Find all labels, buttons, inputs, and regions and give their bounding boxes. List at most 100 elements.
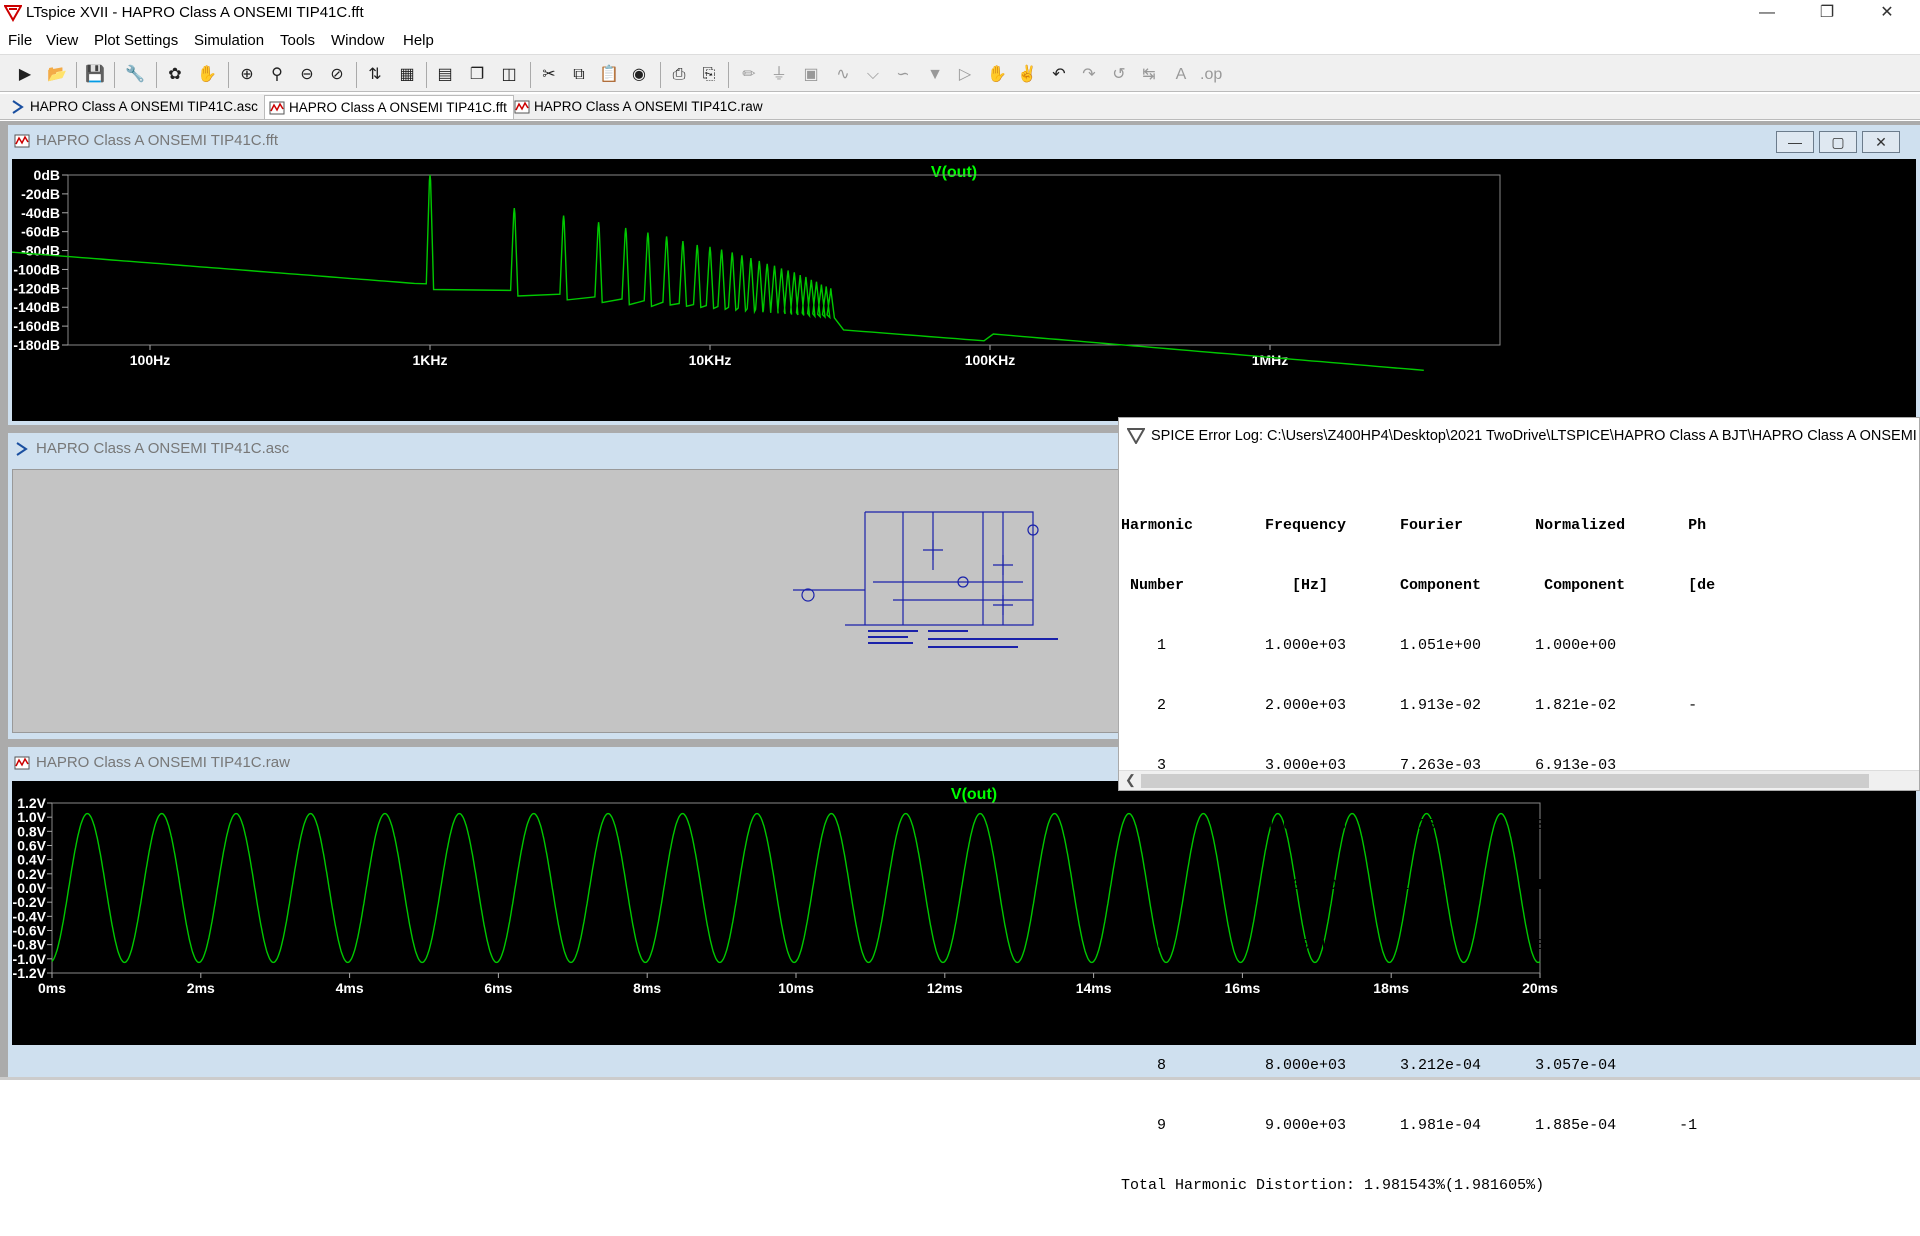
fourier-row: 5 5.000e+03 1.664e-03 1.584e-03 -1 [1121, 877, 1698, 894]
ground-icon[interactable]: ⏚ [768, 64, 790, 86]
copy-icon[interactable]: ⧉ [568, 64, 590, 86]
fft-trace-line [12, 174, 1424, 371]
y-tick-label: -100dB [13, 261, 60, 277]
trace-label[interactable]: V(out) [951, 786, 997, 803]
open-folder-icon[interactable]: 📂 [46, 64, 68, 86]
paste-icon[interactable]: 📋 [598, 64, 620, 86]
move-icon[interactable]: ✋ [986, 64, 1008, 86]
y-tick-label: -140dB [13, 299, 60, 315]
x-tick-label: 12ms [927, 980, 963, 996]
inductor-icon[interactable]: ∽ [892, 64, 914, 86]
y-tick-label: -120dB [13, 280, 60, 296]
menu-plot-settings[interactable]: Plot Settings [94, 32, 178, 49]
tab-fft-label: HAPRO Class A ONSEMI TIP41C.fft [289, 100, 507, 115]
fourier-header-row1: Harmonic Frequency Fourier Normalized Ph [1121, 517, 1707, 534]
y-tick-label: 0dB [34, 167, 60, 183]
capacitor-icon[interactable]: ⌵ [862, 64, 884, 86]
minimize-button[interactable]: — [1752, 2, 1782, 24]
cut-icon[interactable]: ✂ [538, 64, 560, 86]
fourier-table: Harmonic Frequency Fourier Normalized Ph… [1121, 476, 1715, 1236]
toolbar: ▶ 📂 💾 🔧 ✿ ✋ ⊕ ⚲ ⊖ ⊘ ⇅ ▦ ▤ ❐ ◫ ✂ ⧉ 📋 ◉ ⎙ … [0, 54, 1920, 92]
close-child-button[interactable]: ✕ [1862, 131, 1900, 153]
menu-simulation[interactable]: Simulation [194, 32, 264, 49]
autorange-icon[interactable]: ⇅ [364, 64, 386, 86]
label-net-icon[interactable]: ▣ [800, 64, 822, 86]
fft-plot[interactable]: V(out) 0dB-20dB-40dB-60dB-80dB-100dB-120… [12, 159, 1916, 421]
menu-file[interactable]: File [8, 32, 32, 49]
cascade-icon[interactable]: ❐ [466, 64, 488, 86]
halt-icon[interactable]: ✿ [164, 64, 186, 86]
x-tick-label: 100KHz [965, 352, 1016, 368]
minimize-child-button[interactable]: — [1776, 131, 1814, 153]
fourier-header-row2: Number [Hz] Component Component [de [1121, 577, 1716, 594]
x-tick-label: 6ms [484, 980, 512, 996]
fourier-row: 9 9.000e+03 1.981e-04 1.885e-04 -1 [1121, 1117, 1698, 1134]
title-bar: LTspice XVII - HAPRO Class A ONSEMI TIP4… [0, 0, 1920, 26]
find-icon[interactable]: ◉ [628, 64, 650, 86]
raw-window-title: HAPRO Class A ONSEMI TIP41C.raw [36, 754, 290, 771]
schematic-drawing [793, 511, 1058, 648]
zoom-fit-icon[interactable]: ⊘ [326, 64, 348, 86]
text-icon[interactable]: A [1170, 64, 1192, 86]
y-tick-label: -40dB [21, 205, 60, 221]
run-icon[interactable]: ▶ [14, 64, 36, 86]
close-button[interactable]: ✕ [1872, 2, 1902, 24]
fft-window-title: HAPRO Class A ONSEMI TIP41C.fft [36, 132, 279, 149]
control-panel-icon[interactable]: 🔧 [124, 64, 146, 86]
diode-icon[interactable]: ▼ [924, 64, 946, 86]
menu-tools[interactable]: Tools [280, 32, 315, 49]
wire-icon[interactable]: ✏ [738, 64, 760, 86]
pick-visible-icon[interactable]: ▦ [396, 64, 418, 86]
tab-asc[interactable]: HAPRO Class A ONSEMI TIP41C.asc [6, 95, 264, 119]
trace-label[interactable]: V(out) [931, 164, 977, 181]
zoom-out-icon[interactable]: ⊖ [296, 64, 318, 86]
fourier-row: 2 2.000e+03 1.913e-02 1.821e-02 - [1121, 697, 1698, 714]
menu-help[interactable]: Help [403, 32, 434, 49]
restore-button[interactable]: ❐ [1812, 2, 1842, 24]
thd-result: Total Harmonic Distortion: 1.981543%(1.9… [1121, 1177, 1545, 1194]
pan-icon[interactable]: ✋ [196, 64, 218, 86]
ltspice-logo-icon [1127, 428, 1145, 444]
resistor-icon[interactable]: ∿ [832, 64, 854, 86]
drag-icon[interactable]: ✌ [1016, 64, 1038, 86]
rotate-icon[interactable]: ↺ [1108, 64, 1130, 86]
menu-window[interactable]: Window [331, 32, 384, 49]
maximize-child-button[interactable]: ▢ [1819, 131, 1857, 153]
fourier-row: 6 6.000e+03 9.191e-04 8.747e-04 - [1121, 937, 1698, 954]
tile-horizontal-icon[interactable]: ▤ [434, 64, 456, 86]
x-tick-label: 0ms [38, 980, 66, 996]
ltspice-logo-icon [4, 5, 22, 22]
x-tick-label: 100Hz [130, 352, 170, 368]
zoom-in-icon[interactable]: ⊕ [236, 64, 258, 86]
y-tick-label: -180dB [13, 337, 60, 353]
spice-directive-icon[interactable]: .op [1200, 64, 1222, 86]
schematic-icon [12, 100, 24, 114]
x-tick-label: 10ms [778, 980, 814, 996]
save-icon[interactable]: 💾 [84, 64, 106, 86]
schematic-icon [16, 442, 28, 456]
tab-asc-label: HAPRO Class A ONSEMI TIP41C.asc [30, 99, 258, 114]
tab-raw[interactable]: HAPRO Class A ONSEMI TIP41C.raw [510, 95, 769, 119]
redo-icon[interactable]: ↷ [1078, 64, 1100, 86]
print-preview-icon[interactable]: ⎘ [698, 64, 720, 86]
fourier-row: 4 4.000e+03 3.257e-03 3.100e-03 [1121, 817, 1617, 834]
x-tick-label: 10KHz [689, 352, 732, 368]
component-icon[interactable]: ▷ [954, 64, 976, 86]
waveform-icon [514, 100, 530, 114]
tile-vertical-icon[interactable]: ◫ [498, 64, 520, 86]
horizontal-scrollbar[interactable]: ❮ [1119, 770, 1919, 790]
waveform-icon [14, 134, 30, 148]
tab-fft[interactable]: HAPRO Class A ONSEMI TIP41C.fft [264, 95, 514, 119]
x-tick-label: 1MHz [1252, 352, 1289, 368]
x-tick-label: 14ms [1076, 980, 1112, 996]
mirror-icon[interactable]: ↹ [1138, 64, 1160, 86]
menu-view[interactable]: View [46, 32, 78, 49]
fourier-row: 7 7.000e+03 5.345e-04 5.086e-04 [1121, 997, 1617, 1014]
zoom-area-icon[interactable]: ⚲ [266, 64, 288, 86]
undo-icon[interactable]: ↶ [1048, 64, 1070, 86]
fft-window: HAPRO Class A ONSEMI TIP41C.fft — ▢ ✕ V(… [8, 125, 1920, 425]
x-tick-label: 1KHz [412, 352, 447, 368]
scroll-left-icon[interactable]: ❮ [1125, 772, 1136, 788]
print-icon[interactable]: ⎙ [668, 64, 690, 86]
scrollbar-thumb[interactable] [1141, 774, 1869, 788]
